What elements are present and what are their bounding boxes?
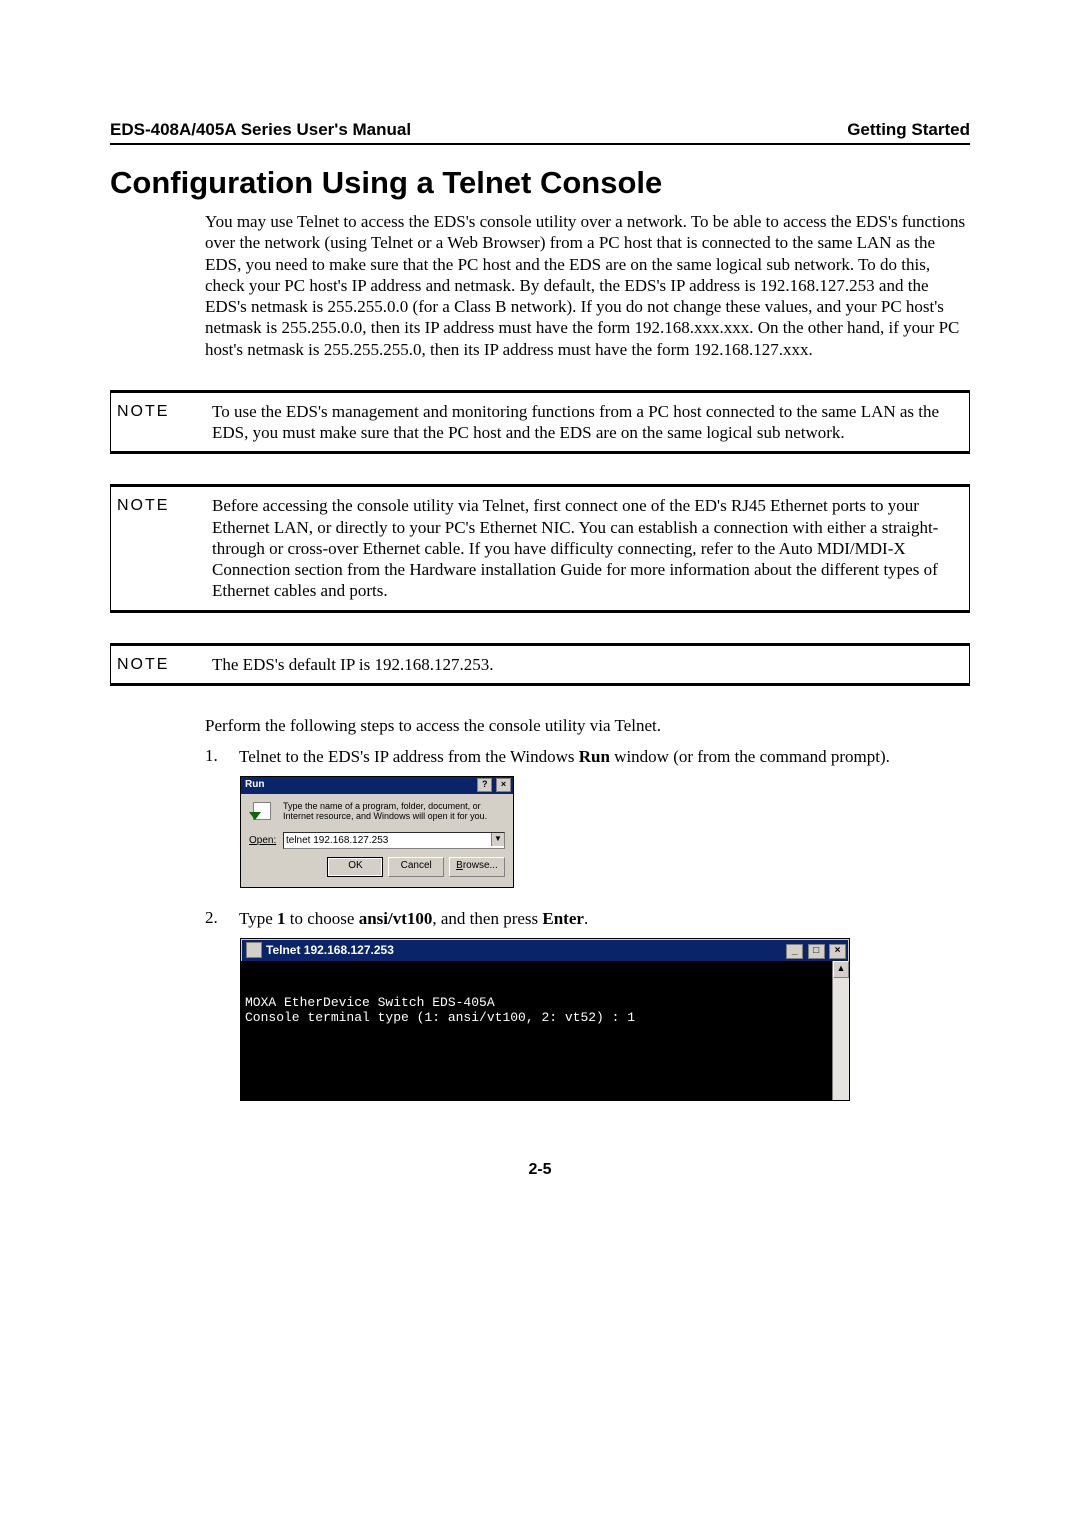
open-input[interactable]: telnet 192.168.127.253 ▼: [283, 832, 505, 849]
step-1-number: 1.: [205, 746, 239, 768]
note-text-1: To use the EDS's management and monitori…: [212, 401, 959, 444]
telnet-terminal[interactable]: MOXA EtherDevice Switch EDS-405A Console…: [241, 961, 832, 1100]
page-number: 2-5: [110, 1161, 970, 1179]
terminal-line-2: Console terminal type (1: ansi/vt100, 2:…: [245, 1010, 635, 1025]
manual-title: EDS-408A/405A Series User's Manual: [110, 120, 411, 140]
header-rule: [110, 143, 970, 145]
text-bold: Run: [579, 747, 610, 766]
section-title: Getting Started: [847, 120, 970, 140]
text: window (or from the command prompt).: [610, 747, 890, 766]
steps-intro: Perform the following steps to access th…: [205, 716, 970, 736]
run-icon: [249, 802, 277, 826]
run-description: Type the name of a program, folder, docu…: [283, 802, 505, 826]
scroll-up-icon[interactable]: ▲: [833, 961, 849, 978]
note-text-3: The EDS's default IP is 192.168.127.253.: [212, 654, 959, 675]
run-dialog-titlebar[interactable]: Run ? ×: [241, 777, 513, 794]
note-label: NOTE: [111, 654, 212, 675]
telnet-window: Telnet 192.168.127.253 _ □ × MOXA EtherD…: [240, 938, 850, 1101]
minimize-button[interactable]: _: [786, 944, 803, 959]
text-bold: ansi/vt100: [359, 909, 433, 928]
step-2-text: Type 1 to choose ansi/vt100, and then pr…: [239, 908, 970, 930]
close-button[interactable]: ×: [496, 778, 511, 792]
run-dialog-title: Run: [245, 779, 264, 790]
intro-paragraph: You may use Telnet to access the EDS's c…: [205, 211, 970, 360]
page-heading: Configuration Using a Telnet Console: [110, 165, 970, 201]
text: Type: [239, 909, 277, 928]
scrollbar[interactable]: ▲: [832, 961, 849, 1100]
browse-button[interactable]: Browse...: [449, 857, 505, 877]
open-input-value: telnet 192.168.127.253: [286, 835, 388, 846]
ok-button[interactable]: OK: [327, 857, 383, 877]
telnet-app-icon: [246, 942, 262, 958]
dropdown-arrow-icon[interactable]: ▼: [491, 833, 504, 846]
telnet-title-text: Telnet 192.168.127.253: [266, 943, 394, 957]
text: .: [584, 909, 588, 928]
close-button[interactable]: ×: [829, 944, 846, 959]
run-dialog: Run ? × Type the name of a program, fold…: [240, 776, 514, 888]
text: , and then press: [432, 909, 542, 928]
scroll-track[interactable]: [833, 978, 849, 1100]
help-button[interactable]: ?: [477, 778, 492, 792]
telnet-titlebar[interactable]: Telnet 192.168.127.253 _ □ ×: [241, 939, 849, 961]
open-label: Open:: [249, 835, 277, 846]
step-2: 2. Type 1 to choose ansi/vt100, and then…: [205, 908, 970, 930]
text: Telnet to the EDS's IP address from the …: [239, 747, 579, 766]
note-box-2: NOTE Before accessing the console utilit…: [110, 484, 970, 612]
maximize-button[interactable]: □: [808, 944, 825, 959]
note-label: NOTE: [111, 401, 212, 444]
note-text-2: Before accessing the console utility via…: [212, 495, 959, 601]
text-bold: 1: [277, 909, 286, 928]
step-1-text: Telnet to the EDS's IP address from the …: [239, 746, 970, 768]
note-box-1: NOTE To use the EDS's management and mon…: [110, 390, 970, 455]
note-box-3: NOTE The EDS's default IP is 192.168.127…: [110, 643, 970, 686]
cancel-button[interactable]: Cancel: [388, 857, 444, 877]
step-2-number: 2.: [205, 908, 239, 930]
terminal-line-1: MOXA EtherDevice Switch EDS-405A: [245, 995, 495, 1010]
step-1: 1. Telnet to the EDS's IP address from t…: [205, 746, 970, 768]
text-bold: Enter: [542, 909, 584, 928]
text: to choose: [286, 909, 359, 928]
note-label: NOTE: [111, 495, 212, 601]
